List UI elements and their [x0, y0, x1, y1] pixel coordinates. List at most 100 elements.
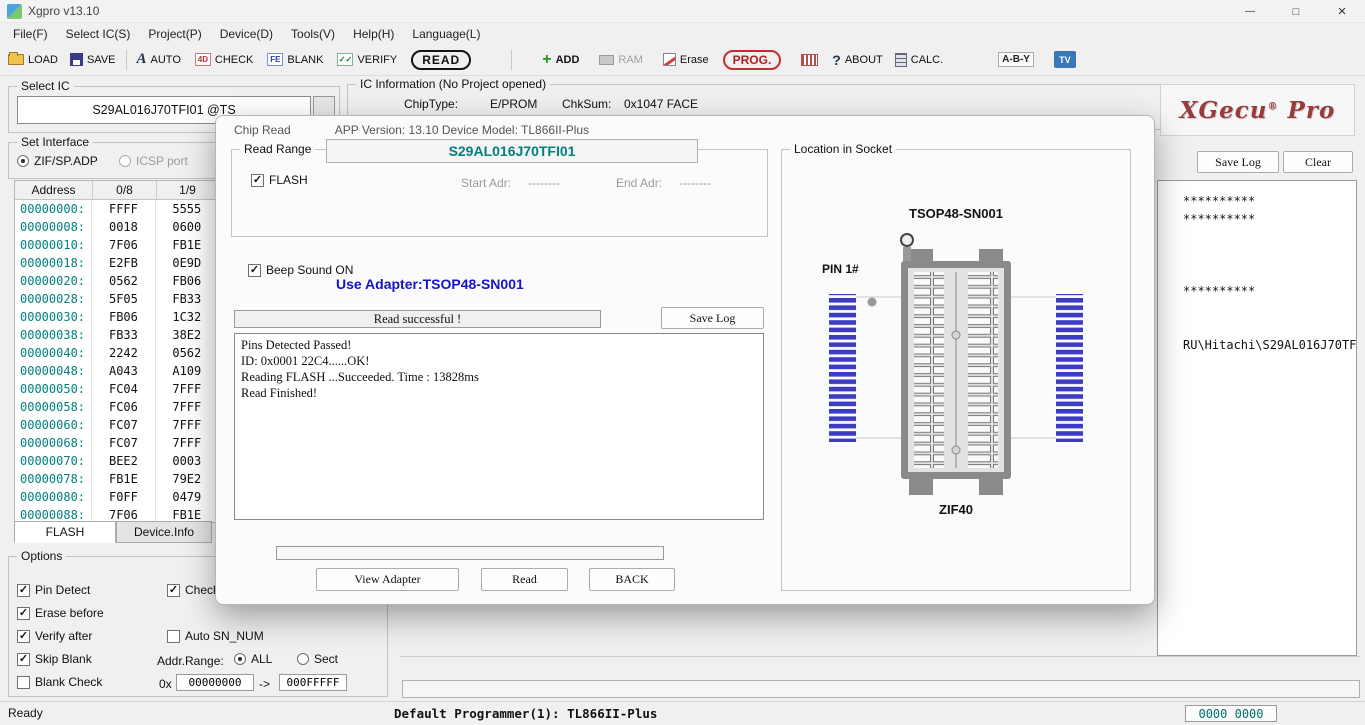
dialog-log[interactable]: Pins Detected Passed! ID: 0x0001 22C4...…	[234, 333, 764, 520]
close-icon[interactable]	[1319, 0, 1365, 23]
chip-type-label: ChipType:	[404, 97, 459, 111]
menu-tools[interactable]: Tools(V)	[282, 25, 344, 43]
chksum-label: ChkSum:	[562, 97, 612, 111]
cell: 00000030:	[15, 308, 93, 326]
table-row[interactable]: 00000030: FB06 1C32	[15, 308, 219, 326]
brand-logo: XGecu® Pro	[1160, 84, 1355, 136]
menu-file[interactable]: File(F)	[4, 25, 57, 43]
table-row[interactable]: 00000028: 5F05 FB33	[15, 290, 219, 308]
plus-icon: +	[542, 50, 552, 68]
erase-button[interactable]: Erase	[662, 53, 709, 66]
hex-prefix-label: 0x	[159, 677, 172, 691]
about-button[interactable]: ? ABOUT	[832, 52, 882, 68]
menu-language[interactable]: Language(L)	[403, 25, 489, 43]
table-row[interactable]: 00000018: E2FB 0E9D	[15, 254, 219, 272]
table-row[interactable]: 00000050: FC04 7FFF	[15, 380, 219, 398]
prog-button[interactable]: PROG.	[722, 49, 782, 70]
menu-project[interactable]: Project(P)	[139, 25, 210, 43]
blank-check-checkbox[interactable]: Blank Check	[17, 675, 102, 689]
icsp-radio[interactable]: ICSP port	[119, 154, 188, 168]
table-row[interactable]: 00000058: FC06 7FFF	[15, 398, 219, 416]
load-button[interactable]: LOAD	[8, 52, 58, 66]
erase-before-checkbox[interactable]: Erase before	[17, 606, 104, 620]
cell: 7FFF	[156, 416, 219, 434]
hex-buffer-grid[interactable]: Address 0/8 1/9 00000000: FFFF 5555 000000…	[14, 180, 220, 523]
pin-detect-checkbox[interactable]: Pin Detect	[17, 583, 90, 597]
tab-flash[interactable]: FLASH	[14, 521, 116, 543]
minimize-icon[interactable]	[1227, 0, 1273, 23]
table-row[interactable]: 00000078: FB1E 79E2	[15, 470, 219, 488]
cell: 5555	[156, 200, 219, 218]
table-row[interactable]: 00000070: BEE2 0003	[15, 452, 219, 470]
table-row[interactable]: 00000038: FB33 38E2	[15, 326, 219, 344]
tab-device-info[interactable]: Device.Info	[116, 521, 212, 543]
check-checkbox[interactable]: Check	[167, 583, 219, 597]
table-row[interactable]: 00000048: A043 A109	[15, 362, 219, 380]
flash-checkbox[interactable]: FLASH	[251, 173, 308, 187]
beep-checkbox[interactable]: Beep Sound ON	[248, 263, 353, 277]
cell: BEE2	[92, 452, 156, 470]
view-adapter-button[interactable]: View Adapter	[316, 568, 459, 591]
beep-label: Beep Sound ON	[266, 263, 354, 277]
dialog-log-line: Read Finished!	[241, 386, 318, 400]
check-button[interactable]: CHECK	[194, 53, 253, 66]
radio-dot	[234, 653, 246, 665]
dialog-read-button[interactable]: Read	[481, 568, 568, 591]
cell: A043	[92, 362, 156, 380]
save-log-button[interactable]: Save Log	[1197, 151, 1279, 173]
save-button[interactable]: SAVE	[69, 53, 116, 66]
calc-label: CALC.	[910, 53, 944, 66]
addr-to-input[interactable]	[279, 674, 347, 691]
maximize-icon[interactable]	[1273, 0, 1319, 23]
back-button[interactable]: BACK	[589, 568, 675, 591]
add-button[interactable]: + ADD	[542, 50, 579, 68]
blank-label: BLANK	[287, 53, 324, 66]
table-row[interactable]: 00000008: 0018 0600	[15, 218, 219, 236]
logic-test-button[interactable]: A-B-Y	[998, 52, 1034, 67]
table-row[interactable]: 00000040: 2242 0562	[15, 344, 219, 362]
table-row[interactable]: 00000020: 0562 FB06	[15, 272, 219, 290]
dialog-titlebar: Chip Read APP Version: 13.10 Device Mode…	[234, 123, 589, 137]
skip-blank-checkbox[interactable]: Skip Blank	[17, 652, 92, 666]
tv-button[interactable]: TV	[1053, 51, 1076, 68]
cell: FB33	[92, 326, 156, 344]
clear-button[interactable]: Clear	[1283, 151, 1353, 173]
blank-button[interactable]: BLANK	[267, 53, 323, 66]
menu-device[interactable]: Device(D)	[211, 25, 282, 43]
cell: A109	[156, 362, 219, 380]
zif-radio[interactable]: ZIF/SP.ADP	[17, 154, 98, 168]
dialog-save-log-button[interactable]: Save Log	[661, 307, 764, 329]
ic-socket-button[interactable]	[801, 53, 819, 66]
menu-help[interactable]: Help(H)	[344, 25, 403, 43]
status-counter: 0000 0000	[1185, 705, 1277, 722]
table-row[interactable]: 00000000: FFFF 5555	[15, 200, 219, 218]
chip-name: S29AL016J70TFI01	[448, 143, 576, 159]
read-status-bar: Read successful !	[234, 310, 601, 328]
table-row[interactable]: 00000010: 7F06 FB1E	[15, 236, 219, 254]
verify-button[interactable]: VERIFY	[337, 53, 397, 66]
floppy-icon	[69, 53, 83, 66]
auto-button[interactable]: A AUTO	[137, 51, 181, 68]
cell: 00000048:	[15, 362, 93, 380]
log-panel[interactable]: ********** ********** ********** RU\Hita…	[1157, 180, 1357, 656]
ram-button[interactable]: RAM	[599, 54, 643, 66]
read-button[interactable]: READ	[411, 49, 472, 70]
dialog-log-line: Pins Detected Passed!	[241, 338, 352, 352]
tv-icon: TV	[1053, 51, 1076, 68]
calc-button[interactable]: CALC.	[894, 52, 944, 67]
verify-after-checkbox[interactable]: Verify after	[17, 629, 92, 643]
table-row[interactable]: 00000060: FC07 7FFF	[15, 416, 219, 434]
auto-sn-checkbox[interactable]: Auto SN_NUM	[167, 629, 264, 643]
select-ic-title: Select IC	[17, 79, 74, 93]
table-row[interactable]: 00000080: F0FF 0479	[15, 488, 219, 506]
menu-select-ic[interactable]: Select IC(S)	[57, 25, 140, 43]
start-adr-value: --------	[528, 176, 560, 190]
adapter-pins-left	[829, 294, 856, 442]
addr-from-input[interactable]	[176, 674, 254, 691]
cell: 0600	[156, 218, 219, 236]
table-row[interactable]: 00000068: FC07 7FFF	[15, 434, 219, 452]
addr-range-all-radio[interactable]: ALL	[234, 652, 272, 666]
set-interface-group: Set Interface ZIF/SP.ADP ICSP port	[8, 135, 216, 179]
addr-range-sect-radio[interactable]: Sect	[297, 652, 338, 666]
